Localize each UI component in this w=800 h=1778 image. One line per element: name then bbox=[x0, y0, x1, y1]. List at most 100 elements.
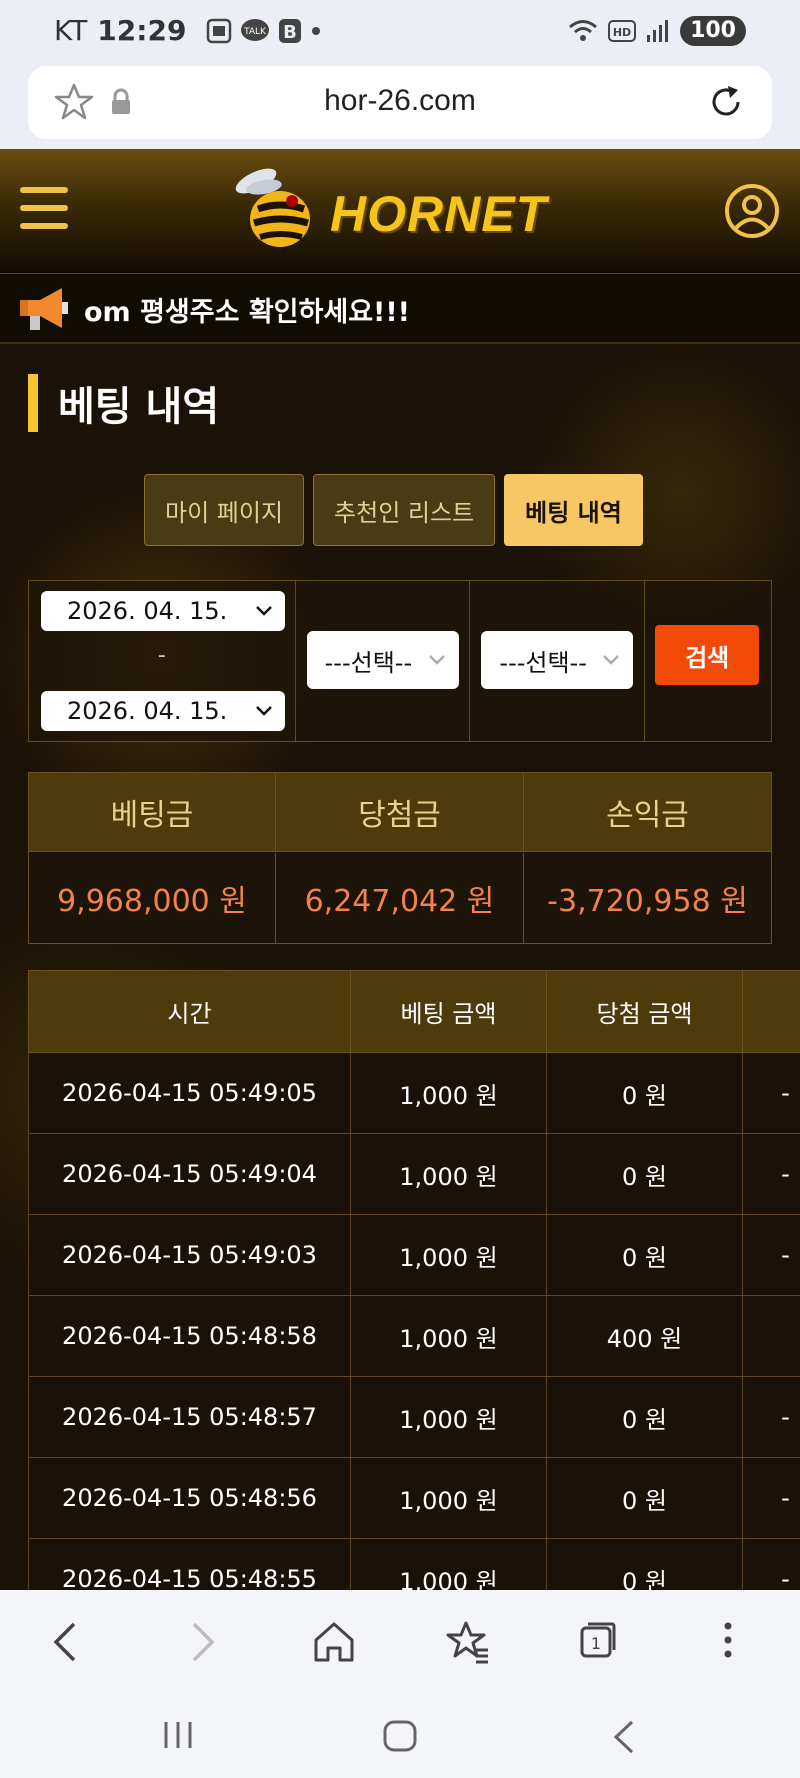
tab-my-page[interactable]: 마이 페이지 bbox=[144, 474, 305, 546]
betting-summary: 베팅금 당첨금 손익금 9,968,000 원 6,247,042 원 -3,7… bbox=[28, 772, 772, 944]
cell-win-amount: 400 원 bbox=[546, 1295, 743, 1377]
logo-text: HORNET bbox=[330, 186, 548, 242]
url-text[interactable]: hor-26.com bbox=[28, 84, 772, 118]
system-back-icon[interactable] bbox=[608, 1720, 638, 1754]
table-row: 2026-04-15 05:49:03 1,000 원 0 원 - bbox=[28, 1214, 800, 1296]
cell-time: 2026-04-15 05:48:58 bbox=[28, 1295, 351, 1377]
browser-toolbar: hor-26.com bbox=[0, 66, 800, 149]
cell-extra: - bbox=[742, 1376, 800, 1458]
cell-bet-amount: 1,000 원 bbox=[350, 1295, 547, 1377]
bookmarks-icon[interactable] bbox=[446, 1620, 490, 1664]
date-range-cell: 2026. 04. 15. - 2026. 04. 15. bbox=[29, 581, 296, 741]
clock: 12:29 bbox=[97, 14, 187, 47]
dot-icon bbox=[312, 26, 321, 35]
date-from-input[interactable]: 2026. 04. 15. bbox=[41, 591, 285, 631]
b-notification-icon: B bbox=[279, 18, 302, 43]
svg-text:TALK: TALK bbox=[244, 27, 268, 37]
chevron-down-icon bbox=[428, 655, 445, 665]
cell-bet-amount: 1,000 원 bbox=[350, 1538, 547, 1590]
cell-time: 2026-04-15 05:48:55 bbox=[28, 1538, 351, 1590]
menu-icon[interactable] bbox=[20, 187, 68, 233]
cell-extra: - bbox=[742, 1214, 800, 1296]
cell-time: 2026-04-15 05:49:03 bbox=[28, 1214, 351, 1296]
date-separator: - bbox=[157, 643, 166, 668]
table-row: 2026-04-15 05:48:55 1,000 원 0 원 - bbox=[28, 1538, 800, 1590]
table-row: 2026-04-15 05:48:57 1,000 원 0 원 - bbox=[28, 1376, 800, 1458]
chevron-down-icon bbox=[256, 706, 272, 716]
signal-icon bbox=[647, 20, 669, 42]
main-content: 베팅 내역 마이 페이지 추천인 리스트 베팅 내역 2026. 04. 15.… bbox=[0, 344, 800, 1590]
user-icon[interactable] bbox=[724, 183, 780, 239]
system-home-icon[interactable] bbox=[382, 1720, 418, 1752]
table-row: 2026-04-15 05:49:04 1,000 원 0 원 - bbox=[28, 1133, 800, 1215]
cell-bet-amount: 1,000 원 bbox=[350, 1214, 547, 1296]
cell-bet-amount: 1,000 원 bbox=[350, 1133, 547, 1215]
column-header-bet-amount: 베팅 금액 bbox=[350, 970, 547, 1053]
cell-bet-amount: 1,000 원 bbox=[350, 1052, 547, 1134]
page-title: 베팅 내역 bbox=[28, 374, 219, 432]
notice-marquee: om 평생주소 확인하세요!!! bbox=[0, 274, 800, 344]
summary-value-profit: -3,720,958 원 bbox=[524, 852, 771, 943]
page-tabs: 마이 페이지 추천인 리스트 베팅 내역 bbox=[144, 474, 643, 546]
cell-win-amount: 0 원 bbox=[546, 1052, 743, 1134]
date-from-value: 2026. 04. 15. bbox=[67, 597, 228, 625]
browser-bottom-bar: 1 bbox=[0, 1590, 800, 1690]
battery-indicator: 100 bbox=[680, 16, 746, 46]
cell-bet-amount: 1,000 원 bbox=[350, 1457, 547, 1539]
site-header: HORNET bbox=[0, 149, 800, 275]
tabs-icon[interactable]: 1 bbox=[578, 1620, 618, 1660]
cell-win-amount: 0 원 bbox=[546, 1457, 743, 1539]
cell-time: 2026-04-15 05:49:04 bbox=[28, 1133, 351, 1215]
filter-select-2[interactable]: ---선택-- bbox=[481, 631, 634, 689]
table-row: 2026-04-15 05:48:58 1,000 원 400 원 bbox=[28, 1295, 800, 1377]
select-1-value: ---선택-- bbox=[324, 648, 413, 677]
cell-win-amount: 0 원 bbox=[546, 1214, 743, 1296]
table-header-row: 시간 베팅 금액 당첨 금액 bbox=[28, 970, 800, 1053]
summary-value-win: 6,247,042 원 bbox=[276, 852, 524, 943]
chevron-down-icon bbox=[603, 655, 620, 665]
home-icon[interactable] bbox=[312, 1620, 356, 1664]
cell-extra: - bbox=[742, 1538, 800, 1590]
filter-select-1[interactable]: ---선택-- bbox=[306, 631, 459, 689]
notice-text: om 평생주소 확인하세요!!! bbox=[84, 297, 410, 328]
column-header-win-amount: 당첨 금액 bbox=[546, 970, 743, 1053]
summary-header-bet: 베팅금 bbox=[29, 773, 276, 852]
search-cell: 검색 bbox=[645, 581, 771, 741]
search-filter: 2026. 04. 15. - 2026. 04. 15. ---선택-- --… bbox=[28, 580, 772, 742]
cell-extra: - bbox=[742, 1052, 800, 1134]
talk-notification-icon: TALK bbox=[241, 18, 270, 41]
screenshot-notification-icon bbox=[207, 18, 232, 43]
search-button[interactable]: 검색 bbox=[655, 625, 760, 685]
cell-extra: - bbox=[742, 1457, 800, 1539]
summary-header-win: 당첨금 bbox=[276, 773, 524, 852]
forward-icon[interactable] bbox=[182, 1620, 222, 1664]
cell-time: 2026-04-15 05:49:05 bbox=[28, 1052, 351, 1134]
system-navigation-bar bbox=[0, 1690, 800, 1778]
cell-win-amount: 0 원 bbox=[546, 1376, 743, 1458]
site-logo[interactable]: HORNET bbox=[220, 157, 570, 267]
back-icon[interactable] bbox=[46, 1620, 86, 1664]
cell-time: 2026-04-15 05:48:57 bbox=[28, 1376, 351, 1458]
reload-icon[interactable] bbox=[706, 82, 746, 122]
carrier-label: KT bbox=[54, 14, 88, 47]
table-row: 2026-04-15 05:48:56 1,000 원 0 원 - bbox=[28, 1457, 800, 1539]
tab-betting-history[interactable]: 베팅 내역 bbox=[504, 474, 643, 546]
summary-value-bet: 9,968,000 원 bbox=[29, 852, 276, 943]
date-to-value: 2026. 04. 15. bbox=[67, 697, 228, 725]
wifi-icon bbox=[569, 20, 598, 41]
megaphone-icon bbox=[20, 288, 68, 330]
svg-text:1: 1 bbox=[591, 1634, 601, 1653]
select-cell-2: ---선택-- bbox=[470, 581, 646, 741]
cell-bet-amount: 1,000 원 bbox=[350, 1376, 547, 1458]
column-header-extra bbox=[742, 970, 800, 1053]
address-bar[interactable]: hor-26.com bbox=[28, 66, 772, 139]
chevron-down-icon bbox=[256, 606, 272, 616]
date-to-input[interactable]: 2026. 04. 15. bbox=[41, 691, 285, 731]
recent-apps-icon[interactable] bbox=[160, 1720, 196, 1750]
tab-referral-list[interactable]: 추천인 리스트 bbox=[313, 474, 496, 546]
more-icon[interactable] bbox=[718, 1620, 738, 1660]
betting-history-table: 시간 베팅 금액 당첨 금액 2026-04-15 05:49:05 1,000… bbox=[28, 970, 800, 1590]
table-row: 2026-04-15 05:49:05 1,000 원 0 원 - bbox=[28, 1052, 800, 1134]
cell-win-amount: 0 원 bbox=[546, 1133, 743, 1215]
cell-win-amount: 0 원 bbox=[546, 1538, 743, 1590]
